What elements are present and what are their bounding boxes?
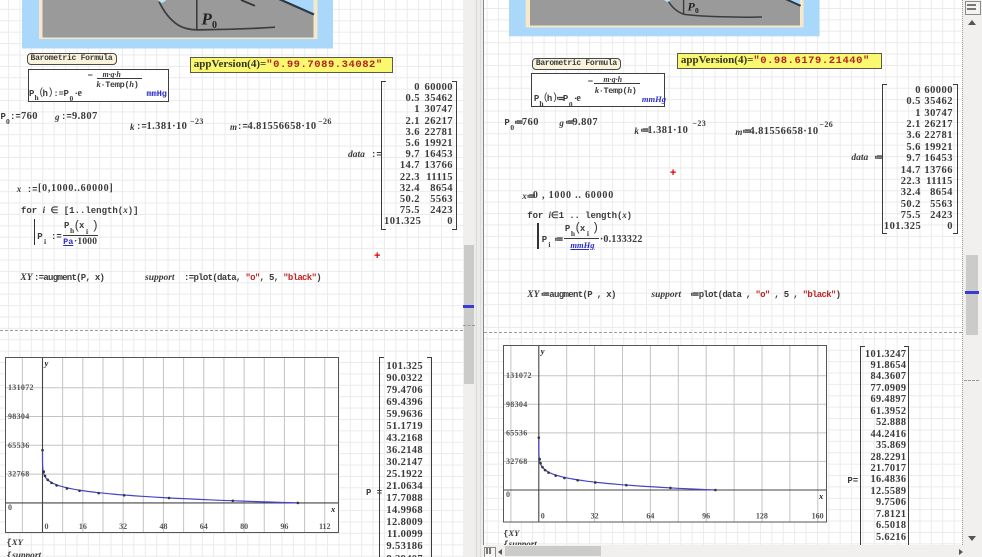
- svg-text:131072: 131072: [506, 371, 532, 380]
- svg-text:96: 96: [702, 512, 710, 521]
- svg-text:y: y: [540, 346, 545, 356]
- svg-text:y: y: [43, 358, 48, 368]
- svg-text:16: 16: [78, 522, 86, 531]
- svg-text:0: 0: [44, 522, 48, 531]
- svg-text:80: 80: [240, 522, 248, 531]
- svg-text:0: 0: [212, 20, 217, 31]
- svg-text:0: 0: [8, 502, 12, 511]
- svg-text:x: x: [818, 491, 824, 501]
- svg-text:32768: 32768: [506, 457, 528, 466]
- svg-text:98304: 98304: [506, 400, 528, 409]
- svg-text:0: 0: [695, 6, 699, 15]
- svg-text:160: 160: [812, 512, 824, 521]
- svg-text:32: 32: [119, 522, 127, 531]
- svg-text:65536: 65536: [506, 428, 528, 437]
- svg-text:98304: 98304: [8, 412, 30, 421]
- svg-text:32768: 32768: [8, 469, 30, 478]
- svg-text:65536: 65536: [8, 440, 30, 449]
- svg-text:0: 0: [506, 490, 510, 499]
- svg-text:128: 128: [756, 512, 768, 521]
- svg-text:112: 112: [318, 522, 330, 531]
- svg-text:32: 32: [591, 512, 599, 521]
- svg-text:64: 64: [646, 512, 654, 521]
- svg-text:P: P: [201, 10, 213, 29]
- svg-text:0: 0: [541, 512, 545, 521]
- svg-text:x: x: [330, 503, 336, 513]
- svg-text:131072: 131072: [8, 383, 34, 392]
- svg-text:96: 96: [280, 522, 288, 531]
- svg-text:48: 48: [159, 522, 167, 531]
- svg-text:64: 64: [199, 522, 207, 531]
